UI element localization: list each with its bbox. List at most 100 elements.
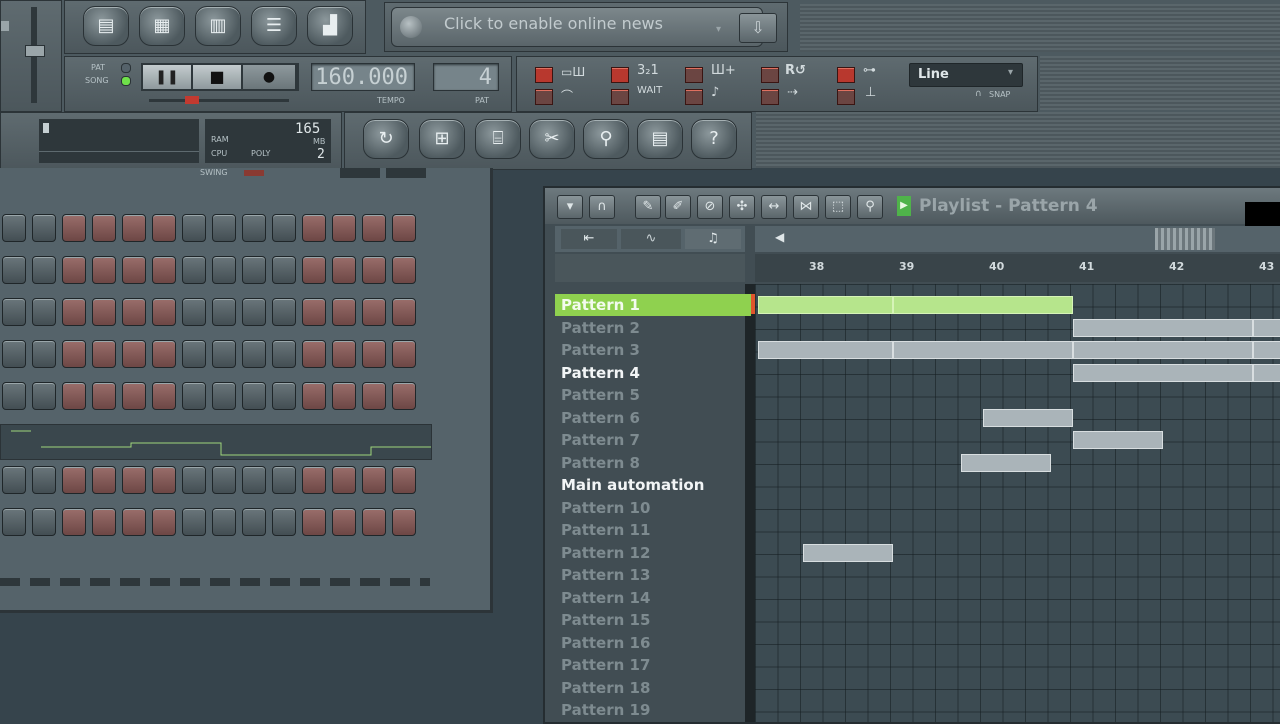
scroll-thumb[interactable] [1155, 228, 1215, 250]
step-button[interactable] [392, 382, 416, 410]
step-button[interactable] [272, 298, 296, 326]
step-button[interactable] [362, 298, 386, 326]
track-label[interactable]: Pattern 18 [555, 677, 751, 699]
step-button[interactable] [302, 466, 326, 494]
track-label[interactable]: Pattern 6 [555, 407, 751, 429]
playlist-menu-icon[interactable]: ▾ [557, 195, 583, 219]
play-pattern-icon[interactable]: ▶ [897, 196, 911, 216]
slice-tool-icon[interactable]: ⋈ [793, 195, 819, 219]
step-button[interactable] [362, 340, 386, 368]
step-button[interactable] [302, 214, 326, 242]
song-mode-led[interactable] [121, 76, 131, 86]
step-button[interactable] [182, 382, 206, 410]
step-button[interactable] [152, 214, 176, 242]
step-button[interactable] [152, 382, 176, 410]
track-label[interactable]: Pattern 8 [555, 452, 751, 474]
step-button[interactable] [122, 466, 146, 494]
master-pitch-slider[interactable] [1, 21, 9, 31]
step-button[interactable] [272, 466, 296, 494]
tempo-display[interactable]: 160.000 [311, 63, 415, 91]
master-volume-slider[interactable] [25, 45, 45, 57]
pattern-clip[interactable] [758, 296, 893, 314]
step-button[interactable] [302, 382, 326, 410]
position-marker[interactable] [185, 96, 199, 104]
step-button[interactable] [92, 298, 116, 326]
step-button[interactable] [62, 340, 86, 368]
step-button[interactable] [62, 256, 86, 284]
graph-toggle[interactable] [386, 168, 426, 178]
step-button[interactable] [212, 466, 236, 494]
help-button[interactable]: ? [691, 119, 737, 159]
snap-dropdown[interactable]: Line ▾ [909, 63, 1023, 87]
step-button[interactable] [272, 256, 296, 284]
typing-keyboard-toggle[interactable] [535, 67, 553, 83]
step-button[interactable] [152, 340, 176, 368]
export-wave-button[interactable]: ⌸ [475, 119, 521, 159]
stop-button[interactable]: ■ [193, 65, 241, 89]
step-button[interactable] [362, 466, 386, 494]
step-button[interactable] [272, 340, 296, 368]
overdub-toggle[interactable] [685, 67, 703, 83]
step-button[interactable] [122, 298, 146, 326]
track-label[interactable]: Pattern 10 [555, 497, 751, 519]
step-button[interactable] [152, 298, 176, 326]
step-button[interactable] [212, 214, 236, 242]
step-button[interactable] [392, 508, 416, 536]
step-button[interactable] [242, 382, 266, 410]
step-button[interactable] [242, 340, 266, 368]
track-label[interactable]: Pattern 16 [555, 632, 751, 654]
save-new-button[interactable]: ⊞ [419, 119, 465, 159]
piano-roll-button[interactable]: ▥ [195, 6, 241, 46]
pattern-clip[interactable] [893, 296, 1073, 314]
step-button[interactable] [122, 256, 146, 284]
pat-mode-led[interactable] [121, 63, 131, 73]
step-button[interactable] [2, 466, 26, 494]
step-button[interactable] [362, 256, 386, 284]
pattern-clip[interactable] [983, 408, 1073, 427]
step-button[interactable] [32, 298, 56, 326]
project-info-button[interactable]: ▤ [637, 119, 683, 159]
step-button[interactable] [392, 340, 416, 368]
multilink-toggle[interactable] [837, 67, 855, 83]
step-forward-toggle[interactable] [761, 89, 779, 105]
track-label[interactable]: Pattern 2 [555, 317, 751, 339]
step-button[interactable] [302, 256, 326, 284]
step-button[interactable] [2, 256, 26, 284]
countdown-toggle[interactable] [611, 67, 629, 83]
step-button[interactable] [182, 298, 206, 326]
pattern-clip[interactable] [758, 341, 893, 359]
cut-button[interactable]: ✂ [529, 119, 575, 159]
step-button[interactable] [302, 508, 326, 536]
step-button[interactable] [2, 298, 26, 326]
step-button[interactable] [242, 256, 266, 284]
step-button[interactable] [212, 256, 236, 284]
step-button[interactable] [272, 214, 296, 242]
step-button[interactable] [152, 466, 176, 494]
step-button[interactable] [212, 298, 236, 326]
step-button[interactable] [362, 508, 386, 536]
step-scrollbar[interactable] [0, 578, 430, 586]
automation-clips-tab[interactable]: ♫ [685, 229, 741, 249]
news-bar[interactable]: Click to enable online news ▾ [391, 7, 763, 47]
step-button[interactable] [332, 466, 356, 494]
step-button[interactable] [62, 382, 86, 410]
step-button[interactable] [242, 508, 266, 536]
step-button[interactable] [302, 298, 326, 326]
snap-magnet-icon[interactable]: ∩ [589, 195, 615, 219]
track-label[interactable]: Main automation [555, 474, 751, 496]
pattern-clip[interactable] [1073, 431, 1163, 449]
download-icon[interactable]: ⇩ [739, 13, 777, 43]
zoom-tool-icon[interactable]: ⚲ [857, 195, 883, 219]
track-label[interactable]: Pattern 14 [555, 587, 751, 609]
wait-input-toggle[interactable] [611, 89, 629, 105]
step-button[interactable] [332, 382, 356, 410]
steps-toggle[interactable] [340, 168, 380, 178]
step-button[interactable] [272, 508, 296, 536]
step-button[interactable] [272, 382, 296, 410]
step-button[interactable] [362, 382, 386, 410]
track-label[interactable]: Pattern 13 [555, 564, 751, 586]
browse-button[interactable]: ⚲ [583, 119, 629, 159]
step-button[interactable] [362, 214, 386, 242]
step-button[interactable] [242, 214, 266, 242]
pattern-clip[interactable] [803, 543, 893, 562]
